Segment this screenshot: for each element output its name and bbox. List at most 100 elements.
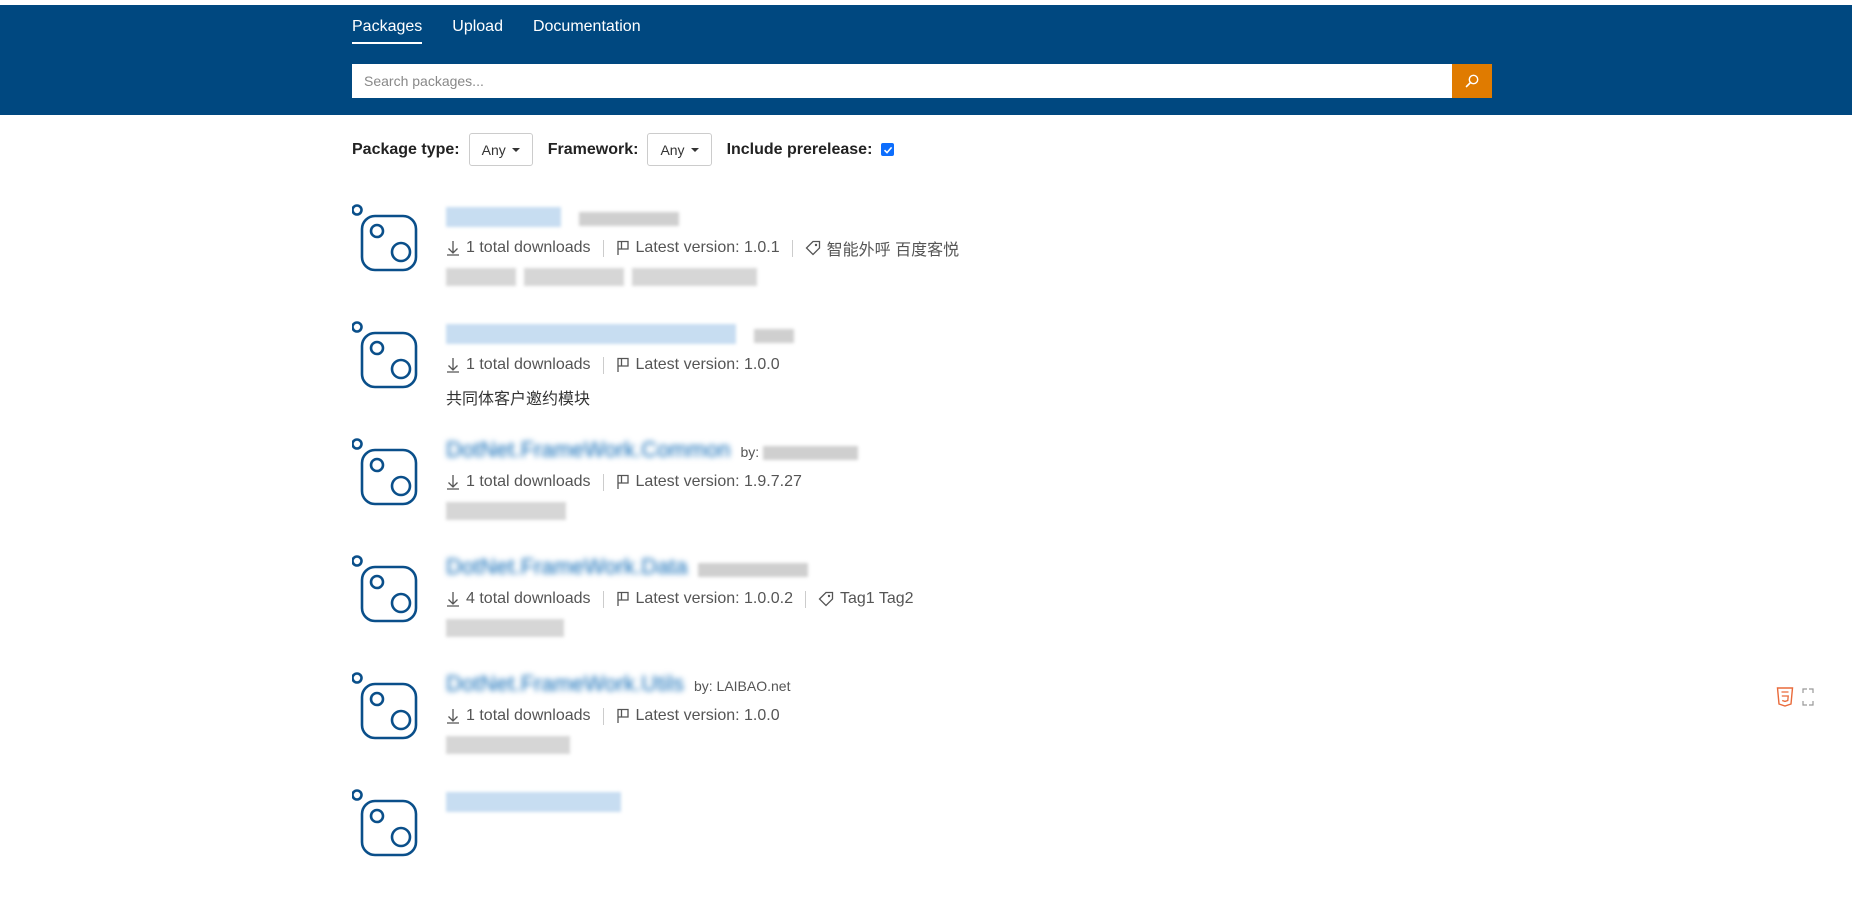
flag-icon: [616, 357, 629, 372]
expand-icon[interactable]: [1802, 688, 1814, 706]
main-nav: Packages Upload Documentation: [352, 18, 641, 44]
prerelease-label: Include prerelease:: [726, 140, 873, 158]
downloads-stat: 1 total downloads: [446, 239, 591, 257]
downloads-text: 1 total downloads: [466, 356, 591, 373]
package-item: 1 total downloads Latest version: 1.0.0 …: [352, 320, 1452, 437]
package-meta: 1 total downloads Latest version: 1.0.0: [446, 703, 790, 729]
package-item: DotNet.FrameWork.Utils by: LAIBAO.net 1 …: [352, 671, 1452, 788]
package-default-icon: [352, 321, 418, 389]
tags-text[interactable]: Tag1 Tag2: [840, 590, 914, 608]
package-item: 1 total downloads Latest version: 1.0.1 …: [352, 203, 1452, 320]
package-default-icon: [352, 789, 418, 857]
tag-icon: [805, 240, 820, 256]
meta-divider: [791, 239, 793, 257]
meta-divider: [804, 590, 806, 608]
downloads-text: 1 total downloads: [466, 473, 591, 490]
package-title-line: [446, 320, 802, 350]
version-text: Latest version: 1.0.0: [635, 356, 780, 373]
package-default-icon: [352, 672, 418, 740]
package-default-icon: [352, 438, 418, 506]
package-title-line: DotNet.FrameWork.Utils by: LAIBAO.net: [446, 671, 790, 701]
tags-text[interactable]: 智能外呼 百度客悦: [827, 236, 959, 260]
version-stat: Latest version: 1.0.0.2: [616, 590, 793, 608]
search-bar: [352, 64, 1492, 98]
package-title-line: DotNet.FrameWork.Common by:: [446, 437, 866, 467]
version-stat: Latest version: 1.0.1: [616, 239, 780, 257]
package-body: 1 total downloads Latest version: 1.0.1 …: [446, 203, 959, 290]
package-author: [579, 210, 687, 227]
package-author: [697, 561, 816, 578]
package-title[interactable]: [446, 203, 569, 229]
package-body: 1 total downloads Latest version: 1.0.0 …: [446, 320, 802, 408]
package-default-icon: [352, 555, 418, 623]
package-description: [446, 502, 866, 524]
flag-icon: [616, 474, 629, 489]
version-text: Latest version: 1.0.1: [635, 239, 780, 256]
package-title-line: [446, 203, 959, 233]
tags-stat: Tag1 Tag2: [818, 590, 914, 608]
package-body: DotNet.FrameWork.Data 4 total downloads …: [446, 554, 914, 641]
package-author: by: LAIBAO.net: [693, 678, 791, 694]
framework-value: Any: [660, 141, 685, 158]
nav-upload[interactable]: Upload: [452, 18, 503, 44]
nav-documentation[interactable]: Documentation: [533, 18, 641, 44]
package-default-icon: [352, 204, 418, 272]
download-icon: [447, 241, 459, 256]
package-type-dropdown[interactable]: Any: [468, 133, 533, 166]
version-stat: Latest version: 1.0.0: [616, 356, 780, 374]
package-body: DotNet.FrameWork.Common by: 1 total down…: [446, 437, 866, 524]
tag-icon: [818, 591, 834, 607]
search-button[interactable]: [1452, 64, 1492, 98]
download-icon: [447, 358, 459, 373]
package-item: [352, 788, 1452, 905]
downloads-text: 1 total downloads: [466, 707, 591, 724]
download-icon: [447, 592, 459, 607]
downloads-stat: 1 total downloads: [446, 356, 591, 374]
flag-icon: [616, 708, 629, 723]
package-type-label: Package type:: [352, 140, 460, 158]
package-title[interactable]: DotNet.FrameWork.Common: [446, 437, 730, 463]
downloads-text: 1 total downloads: [466, 239, 591, 256]
meta-divider: [602, 707, 604, 725]
framework-label: Framework:: [547, 140, 639, 158]
version-text: Latest version: 1.9.7.27: [635, 473, 802, 490]
floating-toolbar: [1776, 685, 1818, 709]
package-item: DotNet.FrameWork.Common by: 1 total down…: [352, 437, 1452, 554]
package-title[interactable]: [446, 788, 629, 814]
package-description: 共同体客户邀约模块: [446, 391, 591, 408]
check-icon: [883, 146, 893, 154]
caret-down-icon: [690, 147, 699, 152]
package-meta: 1 total downloads Latest version: 1.0.0: [446, 352, 802, 378]
downloads-text: 4 total downloads: [466, 590, 591, 607]
flag-icon: [616, 591, 629, 606]
package-type-value: Any: [481, 141, 506, 158]
package-description: [446, 736, 790, 758]
nav-packages[interactable]: Packages: [352, 18, 423, 44]
downloads-stat: 4 total downloads: [446, 590, 591, 608]
download-icon: [447, 475, 459, 490]
author-text: by:: [740, 444, 760, 460]
package-description: [446, 268, 959, 290]
download-icon: [447, 709, 459, 724]
version-text: Latest version: 1.0.0.2: [635, 590, 793, 607]
package-title[interactable]: DotNet.FrameWork.Utils: [446, 671, 684, 697]
downloads-stat: 1 total downloads: [446, 707, 591, 725]
package-title[interactable]: DotNet.FrameWork.Data: [446, 554, 688, 580]
meta-divider: [602, 590, 604, 608]
prerelease-checkbox[interactable]: [881, 143, 895, 156]
framework-dropdown[interactable]: Any: [647, 133, 712, 166]
downloads-stat: 1 total downloads: [446, 473, 591, 491]
caret-down-icon: [511, 147, 520, 152]
html5-icon[interactable]: [1776, 687, 1794, 707]
package-title[interactable]: [446, 320, 744, 346]
package-meta: 1 total downloads Latest version: 1.0.1 …: [446, 235, 959, 261]
package-meta: 1 total downloads Latest version: 1.9.7.…: [446, 469, 866, 495]
version-stat: Latest version: 1.0.0: [616, 707, 780, 725]
search-input[interactable]: [352, 64, 1452, 98]
package-description: [446, 619, 914, 641]
version-stat: Latest version: 1.9.7.27: [616, 473, 802, 491]
flag-icon: [616, 240, 629, 255]
package-author: [754, 327, 802, 344]
package-title-line: [446, 788, 629, 818]
package-list: 1 total downloads Latest version: 1.0.1 …: [352, 203, 1452, 905]
